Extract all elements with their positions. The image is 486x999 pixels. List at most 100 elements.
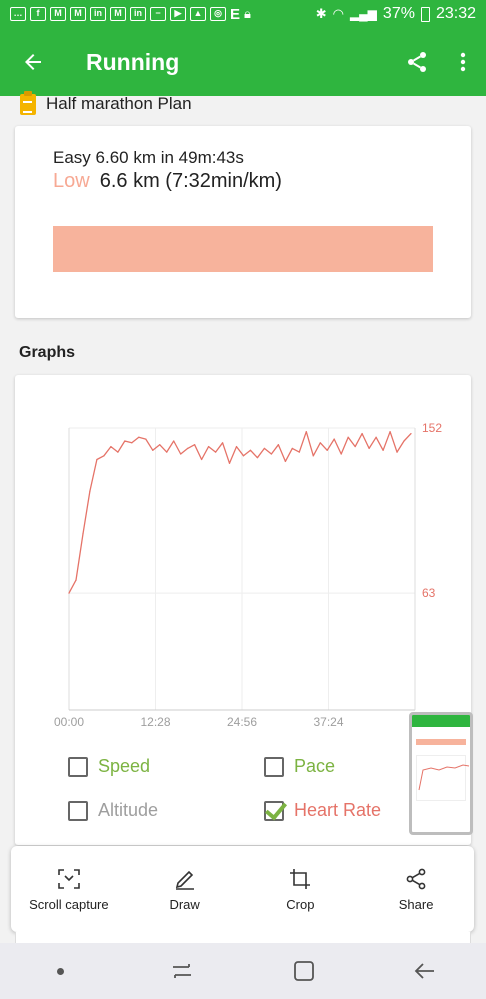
system-icons: ✱ ◠ ▂▄▆ 37% 23:32	[316, 5, 476, 23]
data-point	[180, 453, 182, 455]
data-point	[207, 445, 210, 448]
plan-summary: Easy 6.60 km in 49m:43s	[53, 148, 244, 167]
wifi-icon: ◠	[332, 6, 344, 21]
plan-card: Easy 6.60 km in 49m:43s Low 6.6 km (7:32m…	[15, 126, 471, 318]
data-point	[82, 533, 84, 535]
data-point	[228, 462, 231, 464]
toggle-label: Speed	[98, 756, 151, 776]
share-icon	[408, 52, 426, 72]
battery-icon	[420, 6, 430, 22]
data-point	[214, 451, 217, 453]
notification-icons: … f M M in M in − ▶ ▲ ◎ E 🔒︎	[10, 6, 251, 23]
data-point	[410, 432, 412, 435]
youtube-icon: ▶	[170, 7, 186, 21]
x-tick-label: 12:28	[140, 715, 170, 729]
overflow-menu-button[interactable]	[440, 28, 486, 96]
dnd-icon: −	[150, 7, 166, 21]
data-point	[389, 431, 391, 433]
data-point	[242, 455, 245, 457]
back-arrow-icon	[25, 54, 41, 70]
toggle-pace[interactable]: Pace	[264, 756, 335, 777]
crop-button[interactable]: Crop	[243, 846, 359, 932]
toggle-label: Altitude	[98, 800, 159, 820]
heart-rate-line	[68, 431, 412, 594]
mail-icon: M	[70, 7, 86, 21]
back-button[interactable]	[0, 28, 66, 96]
y-tick-label: 152	[422, 421, 442, 435]
toggle-altitude[interactable]: Altitude	[68, 800, 158, 821]
data-point	[201, 458, 203, 461]
recents-button[interactable]	[152, 943, 212, 999]
data-point	[187, 447, 189, 450]
altitude-checkbox[interactable]	[68, 800, 88, 821]
thumb-graph	[416, 755, 470, 801]
message-icon: …	[10, 7, 26, 21]
bluetooth-icon: ✱	[315, 6, 327, 21]
home-button[interactable]	[274, 943, 334, 999]
signal-icon: ▂▄▆	[349, 7, 377, 21]
data-point	[256, 457, 259, 459]
draw-button[interactable]: Draw	[127, 846, 243, 932]
clipboard-icon	[20, 90, 36, 115]
data-point	[298, 451, 300, 453]
clock: 23:32	[435, 5, 476, 22]
back-icon	[414, 963, 435, 979]
battery-level: 37%	[382, 5, 415, 22]
pencil-icon	[175, 870, 194, 890]
data-point	[103, 455, 105, 457]
toggle-label: Pace	[294, 756, 336, 776]
pace-checkbox[interactable]	[264, 756, 284, 777]
heart-rate-checkbox[interactable]	[264, 800, 284, 821]
plan-header: Half marathon Plan	[20, 90, 192, 116]
data-point	[138, 436, 140, 438]
plan-detail-row: Low 6.6 km (7:32min/km)	[53, 170, 282, 193]
data-point	[96, 458, 98, 461]
data-point	[375, 436, 377, 438]
data-point	[89, 490, 91, 492]
graph-card: 63 152 00:00 12:28 24:56 37:24 Speed Pace Alt…	[15, 375, 471, 845]
scroll-capture-label: Scroll capture	[29, 896, 109, 912]
data-point	[270, 453, 273, 455]
navigation-bar	[0, 943, 486, 999]
data-point	[166, 451, 168, 453]
mail-icon: M	[110, 7, 126, 21]
nav-dot-button[interactable]	[31, 943, 91, 999]
data-point	[221, 442, 224, 444]
data-point	[173, 440, 175, 442]
data-point	[354, 445, 356, 448]
data-point	[194, 444, 196, 446]
toggle-speed[interactable]: Speed	[68, 756, 150, 777]
heart-rate-chart[interactable]: 63 152 00:00 12:28 24:56 37:24	[15, 375, 471, 745]
speed-checkbox[interactable]	[68, 756, 88, 777]
capture-toolbar: Scroll capture Draw Crop Share	[11, 846, 474, 932]
plan-title: Half marathon Plan	[46, 94, 192, 113]
data-point	[382, 449, 384, 451]
screenshot-thumbnail[interactable]	[409, 712, 473, 835]
data-point	[145, 438, 147, 440]
x-tick-label: 37:24	[313, 715, 343, 729]
share-capture-button[interactable]: Share	[358, 846, 474, 932]
crop-icon	[290, 868, 311, 889]
facebook-icon: f	[30, 7, 46, 21]
data-point	[249, 449, 252, 451]
data-point	[131, 442, 133, 444]
data-point	[68, 592, 70, 594]
scroll-capture-button[interactable]: Scroll capture	[11, 846, 127, 932]
more-vert-icon	[460, 52, 466, 72]
plan-zone: Low	[53, 170, 90, 192]
data-point	[326, 449, 328, 451]
data-point	[312, 455, 314, 457]
data-point	[110, 445, 112, 448]
back-nav-button[interactable]	[395, 943, 455, 999]
crop-label: Crop	[286, 896, 315, 912]
vpn-icon: ◎	[210, 7, 226, 21]
graphs-title: Graphs	[19, 344, 76, 361]
data-point	[263, 447, 266, 450]
gallery-icon: ▲	[190, 7, 206, 21]
lock-icon: 🔒︎	[244, 6, 251, 21]
thumb-plan-bar	[416, 739, 466, 745]
share-button[interactable]	[394, 28, 440, 96]
data-point	[117, 451, 119, 453]
toggle-heart-rate[interactable]: Heart Rate	[264, 800, 381, 821]
linkedin-icon: in	[130, 7, 146, 21]
